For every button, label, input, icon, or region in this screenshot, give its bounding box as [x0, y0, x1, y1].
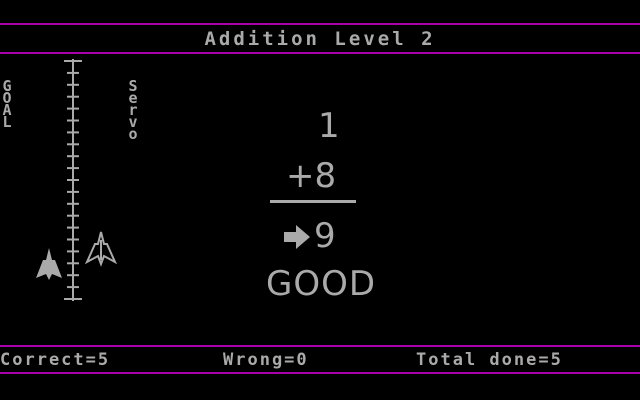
- top-rule: [0, 23, 640, 25]
- sum-rule: [270, 200, 356, 203]
- answer-value: 9: [314, 216, 336, 256]
- outline-jet-icon: [84, 231, 118, 267]
- status-bottom-rule: [0, 372, 640, 374]
- addend-line: +8: [286, 156, 337, 196]
- total-done-count: Total done=5: [416, 350, 563, 370]
- correct-count: Correct=5: [0, 350, 111, 370]
- right-arrow-icon: [284, 225, 310, 249]
- wrong-count: Wrong=0: [223, 350, 309, 370]
- goal-label: GOAL: [2, 77, 12, 131]
- filled-jet-icon: [36, 248, 62, 280]
- servo-label: Servo: [128, 77, 138, 143]
- status-top-rule: [0, 345, 640, 347]
- header-rule: [0, 52, 640, 54]
- feedback-text: GOOD: [266, 264, 377, 304]
- top-number: 1: [318, 106, 340, 146]
- page-title: Addition Level 2: [204, 28, 436, 50]
